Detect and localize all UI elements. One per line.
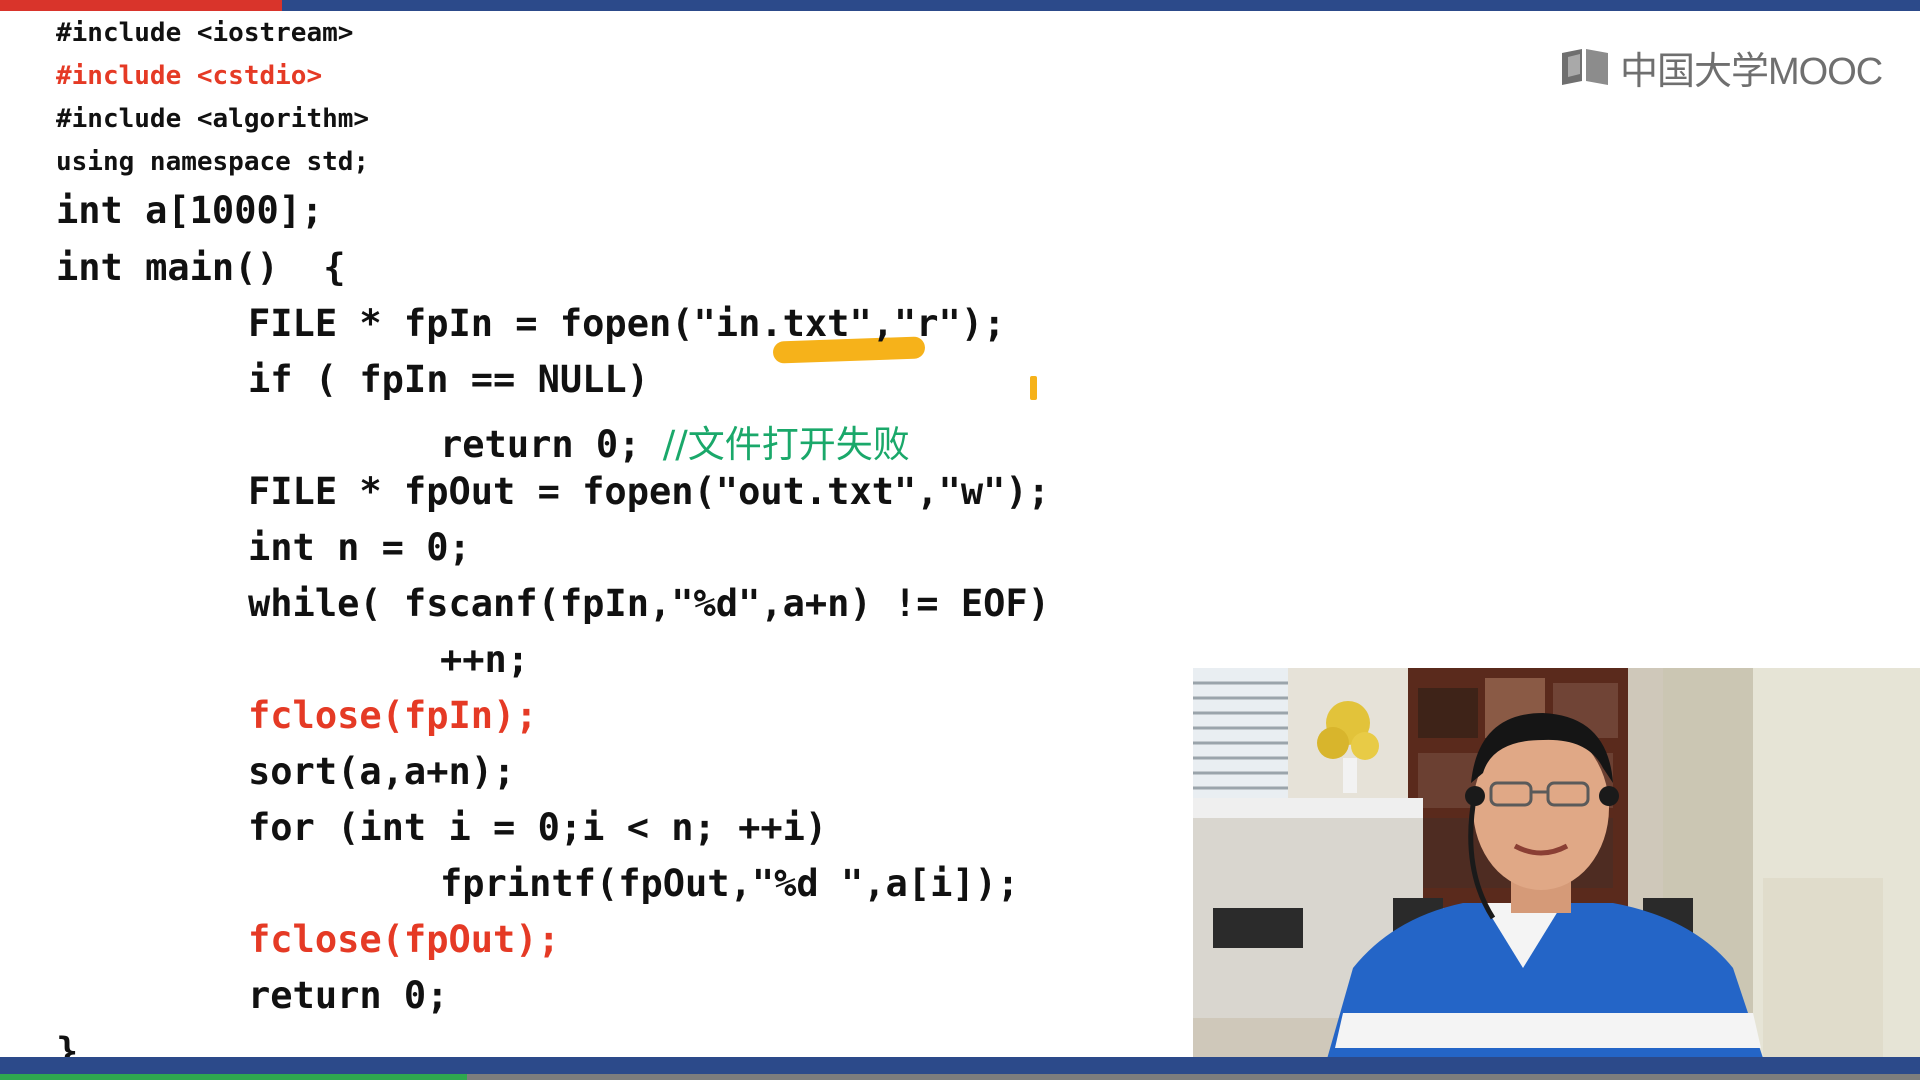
code-line-9: return 0; //文件打开失败: [440, 414, 910, 468]
presenter-video-frame: [1193, 668, 1920, 1073]
code-line-14: fclose(fpIn);: [248, 694, 538, 737]
book-icon: [1562, 49, 1608, 85]
code-line-15: sort(a,a+n);: [248, 750, 516, 793]
code-line-10: FILE * fpOut = fopen("out.txt","w");: [248, 470, 1050, 513]
code-line-1: #include <iostream>: [56, 18, 354, 48]
video-progress-bar[interactable]: [0, 1074, 1920, 1080]
annotation-mark: [1030, 376, 1037, 400]
code-line-7: FILE * fpIn = fopen("in.txt","r");: [248, 302, 1006, 345]
code-line-9-text: return 0;: [440, 423, 641, 466]
video-progress-fill: [0, 1074, 467, 1080]
code-line-4: using namespace std;: [56, 147, 370, 177]
code-line-6: int main() {: [56, 246, 346, 289]
code-line-18: fclose(fpOut);: [248, 918, 560, 961]
code-comment: //文件打开失败: [662, 423, 910, 466]
presenter-video: [1193, 668, 1920, 1073]
code-line-3: #include <algorithm>: [56, 104, 370, 134]
code-line-19: return 0;: [248, 974, 449, 1017]
code-line-5: int a[1000];: [56, 189, 324, 232]
code-line-13: ++n;: [440, 638, 530, 681]
logo-text: 中国大学MOOC: [1620, 50, 1883, 93]
code-line-17: fprintf(fpOut,"%d ",a[i]);: [440, 862, 1020, 905]
code-line-8: if ( fpIn == NULL): [248, 358, 649, 401]
code-line-12: while( fscanf(fpIn,"%d",a+n) != EOF): [248, 582, 1050, 625]
code-line-11: int n = 0;: [248, 526, 471, 569]
code-line-16: for (int i = 0;i < n; ++i): [248, 806, 828, 849]
code-slide: #include <iostream> #include <cstdio> #i…: [0, 0, 1190, 1080]
mooc-logo: 中国大学MOOC: [1560, 42, 1883, 93]
code-line-2: #include <cstdio>: [56, 61, 323, 91]
